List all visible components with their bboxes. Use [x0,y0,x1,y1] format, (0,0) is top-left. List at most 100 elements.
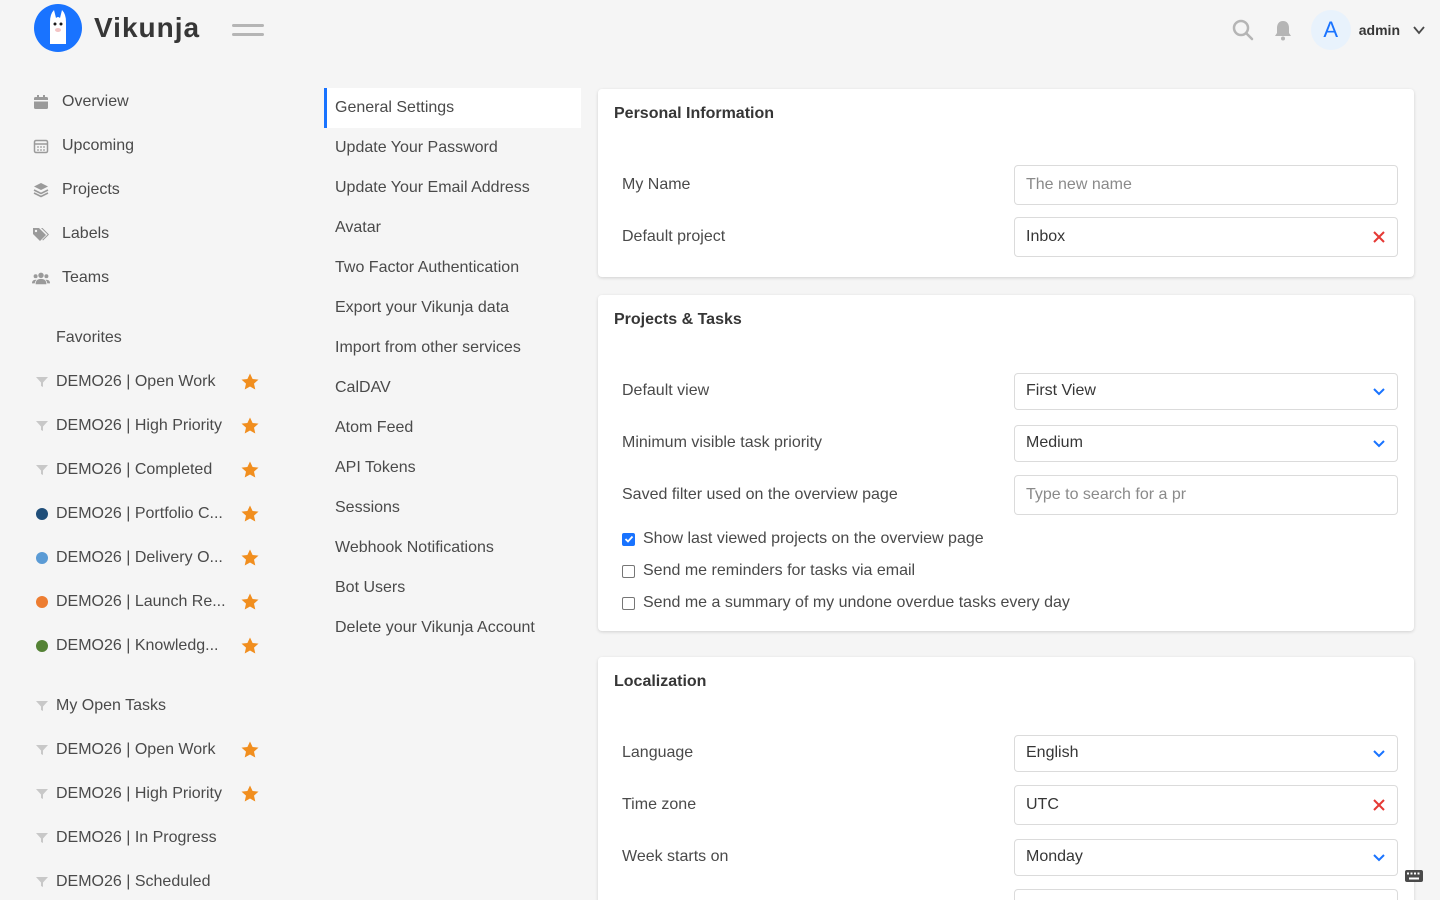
chevron-down-icon [1373,750,1385,758]
reminders-checkbox-row[interactable]: Send me reminders for tasks via email [598,555,1414,587]
nav-overview[interactable]: Overview [0,80,300,124]
project-color-dot [36,508,48,520]
settings-nav-item[interactable]: API Tokens [324,448,581,488]
favorite-project-item[interactable]: DEMO26 | Completed [0,448,270,492]
last-viewed-checkbox-row[interactable]: Show last viewed projects on the overvie… [598,523,1414,555]
default-project-select[interactable]: Inbox [1014,217,1398,257]
localization-card: Localization Language English Time zone … [598,657,1414,900]
my-open-tasks-heading[interactable]: My Open Tasks [0,684,300,728]
week-start-select[interactable]: Monday [1014,838,1398,876]
next-field-row [598,883,1414,900]
filter-icon [36,744,48,756]
settings-nav-item[interactable]: Export your Vikunja data [324,288,581,328]
filter-icon [36,788,48,800]
layers-icon [32,181,50,199]
chevron-down-icon [1373,854,1385,862]
default-view-select[interactable]: First View [1014,372,1398,410]
settings-nav-item[interactable]: Atom Feed [324,408,581,448]
saved-filter-input[interactable]: Type to search for a pr [1014,475,1398,515]
saved-filter-item[interactable]: DEMO26 | Open Work [0,728,270,772]
bell-icon[interactable] [1271,18,1295,42]
favorite-project-item[interactable]: DEMO26 | High Priority [0,404,270,448]
saved-filter-row: Saved filter used on the overview page T… [598,469,1414,521]
timezone-row: Time zone UTC [598,779,1414,831]
projects-tasks-card: Projects & Tasks Default view First View… [598,295,1414,631]
username[interactable]: admin [1359,22,1400,38]
nav-labels[interactable]: Labels [0,212,300,256]
nav-upcoming[interactable]: Upcoming [0,124,300,168]
nav-projects[interactable]: Projects [0,168,300,212]
settings-nav-item[interactable]: Two Factor Authentication [324,248,581,288]
saved-filter-item[interactable]: DEMO26 | In Progress [0,816,270,860]
avatar[interactable]: A [1310,10,1351,50]
timezone-select[interactable]: UTC [1014,785,1398,825]
chevron-down-icon[interactable] [1412,23,1426,37]
star-icon[interactable] [240,372,260,392]
clear-icon[interactable] [1371,229,1387,245]
saved-filter-item[interactable]: DEMO26 | Scheduled [0,860,270,900]
card-title: Personal Information [614,105,775,122]
clear-icon[interactable] [1371,797,1387,813]
language-row: Language English [598,727,1414,779]
star-icon[interactable] [240,592,260,612]
week-start-row: Week starts on Monday [598,831,1414,883]
nav-teams[interactable]: Teams [0,256,300,300]
star-icon[interactable] [240,548,260,568]
filter-icon [36,876,48,888]
star-icon[interactable] [240,740,260,760]
chevron-down-icon [1373,388,1385,396]
settings-nav-item[interactable]: Bot Users [324,568,581,608]
settings-nav-item[interactable]: CalDAV [324,368,581,408]
filter-icon [36,700,48,712]
star-icon[interactable] [240,460,260,480]
favorites-heading[interactable]: Favorites [0,316,300,360]
settings-nav-item[interactable]: Sessions [324,488,581,528]
star-icon[interactable] [240,636,260,656]
settings-nav: General Settings Update Your Password Upda… [324,88,581,648]
star-icon[interactable] [240,504,260,524]
my-name-row: My Name The new name [598,159,1414,211]
app-logo[interactable]: Vikunja [34,4,200,52]
summary-checkbox-row[interactable]: Send me a summary of my undone overdue t… [598,587,1414,619]
default-view-row: Default view First View [598,365,1414,417]
card-title: Projects & Tasks [614,311,742,328]
reminders-checkbox[interactable] [622,564,635,578]
keyboard-icon[interactable] [1404,868,1424,884]
project-color-dot [36,552,48,564]
filter-icon [36,376,48,388]
min-priority-row: Minimum visible task priority Medium [598,417,1414,469]
personal-information-card: Personal Information My Name The new nam… [598,89,1414,277]
card-title: Localization [614,673,707,690]
favorite-project-item[interactable]: DEMO26 | Launch Re... [0,580,270,624]
language-select[interactable]: English [1014,734,1398,772]
tags-icon [32,225,50,243]
settings-nav-item[interactable]: Update Your Email Address [324,168,581,208]
star-icon[interactable] [240,784,260,804]
favorite-project-item[interactable]: DEMO26 | Portfolio C... [0,492,270,536]
last-viewed-checkbox[interactable] [622,532,635,546]
settings-nav-item[interactable]: Avatar [324,208,581,248]
check-icon [624,535,633,543]
search-icon[interactable] [1231,18,1255,42]
saved-filter-item[interactable]: DEMO26 | High Priority [0,772,270,816]
project-color-dot [36,596,48,608]
settings-nav-item[interactable]: Update Your Password [324,128,581,168]
min-priority-select[interactable]: Medium [1014,424,1398,462]
settings-nav-item[interactable]: Import from other services [324,328,581,368]
favorite-project-item[interactable]: DEMO26 | Knowledg... [0,624,270,668]
vikunja-llama-icon [34,4,82,52]
settings-nav-item[interactable]: General Settings [324,88,581,128]
next-field-control[interactable] [1014,889,1398,900]
filter-icon [36,832,48,844]
filter-icon [36,464,48,476]
summary-checkbox[interactable] [622,596,635,610]
star-icon[interactable] [240,416,260,436]
settings-nav-item[interactable]: Webhook Notifications [324,528,581,568]
settings-nav-item[interactable]: Delete your Vikunja Account [324,608,581,648]
name-input[interactable]: The new name [1014,165,1398,205]
favorite-project-item[interactable]: DEMO26 | Open Work [0,360,270,404]
filter-icon [36,420,48,432]
menu-toggle-button[interactable] [232,24,264,40]
default-project-row: Default project Inbox [598,211,1414,263]
favorite-project-item[interactable]: DEMO26 | Delivery O... [0,536,270,580]
